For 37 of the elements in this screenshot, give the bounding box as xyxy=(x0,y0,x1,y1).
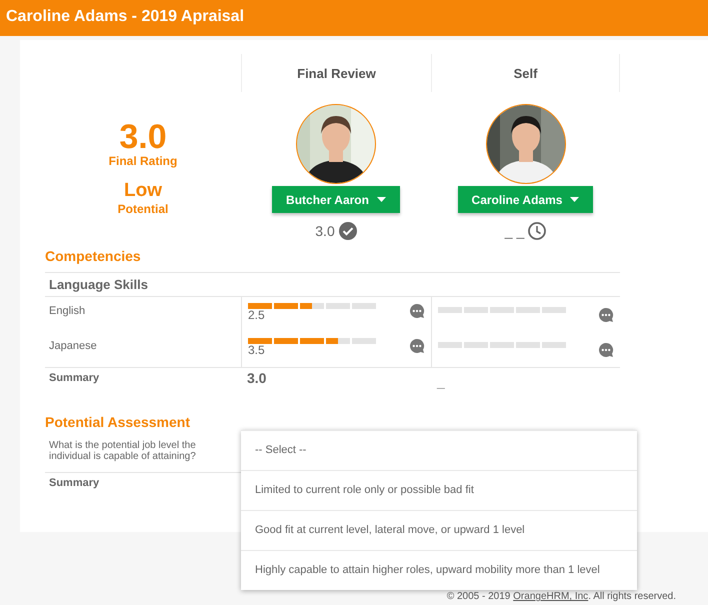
dropdown-option[interactable]: -- Select -- xyxy=(241,430,637,470)
dropdown-option[interactable]: Limited to current role only or possible bad fit xyxy=(241,470,637,510)
comment-icon[interactable] xyxy=(598,342,614,358)
final-rating-label: Final Rating xyxy=(108,154,178,168)
competency-name: Japanese xyxy=(48,339,98,354)
potential-label: Potential xyxy=(118,202,168,216)
comment-icon[interactable] xyxy=(598,307,614,323)
reviewer-dropdown[interactable]: Caroline Adams xyxy=(458,186,594,213)
rating-value: 3.5 xyxy=(248,344,266,357)
comment-icon[interactable] xyxy=(409,338,425,354)
summary-value: _ xyxy=(436,373,446,392)
section-heading: Competencies xyxy=(45,247,142,266)
page-title: Caroline Adams - 2019 Apraisal xyxy=(5,7,246,27)
reviewer-dropdown[interactable]: Butcher Aaron xyxy=(272,186,400,213)
column-header: Self xyxy=(431,54,620,92)
section-heading: Potential Assessment xyxy=(45,413,191,432)
summary-label: Summary xyxy=(48,371,100,386)
column-header: Final Review xyxy=(241,54,431,92)
check-icon xyxy=(338,222,357,240)
company-link[interactable]: OrangeHRM, Inc xyxy=(513,591,588,602)
group-heading: Language Skills xyxy=(45,272,620,297)
potential-value: Low xyxy=(124,180,162,202)
reviewer-score: _ _ xyxy=(504,223,524,239)
comment-icon[interactable] xyxy=(409,303,425,319)
caret-icon xyxy=(376,197,386,202)
question-text: What is the potential job level the individual is capable of attaining? xyxy=(48,439,197,464)
copyright-text: © 2005 - 2019 OrangeHRM, Inc. All rights reserved. xyxy=(446,591,676,602)
dropdown-option[interactable]: Highly capable to attain higher roles, upward mobility more than 1 level xyxy=(241,550,637,590)
dropdown-option[interactable]: Good fit at current level, lateral move, or upward 1 level xyxy=(241,510,637,550)
rating-value: 2.5 xyxy=(248,309,266,322)
final-rating-value: 3.0 xyxy=(119,120,167,154)
clock-icon xyxy=(528,222,546,240)
summary-value: 3.0 xyxy=(246,369,268,388)
caret-icon xyxy=(570,197,580,202)
competency-name: English xyxy=(48,304,86,319)
summary-label: Summary xyxy=(48,476,100,491)
reviewer-score: 3.0 xyxy=(315,223,335,239)
